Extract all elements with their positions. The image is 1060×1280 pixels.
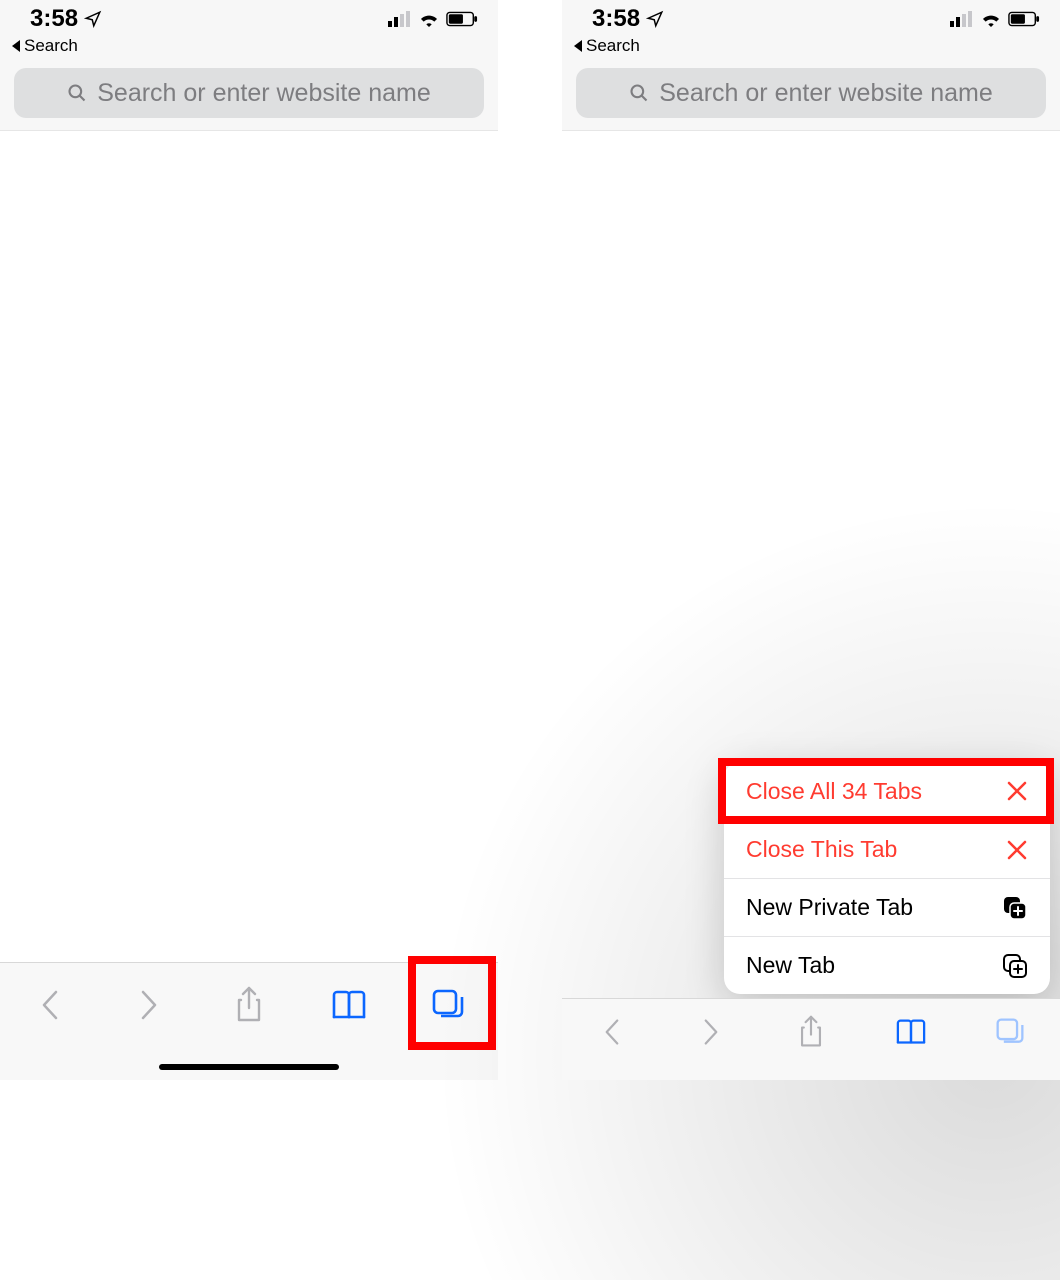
menu-item-label: New Private Tab — [746, 894, 913, 921]
status-icons — [950, 11, 1040, 27]
bookmarks-button[interactable] — [319, 975, 379, 1035]
search-icon — [629, 83, 649, 103]
screenshot-right: 3:58 — [562, 0, 1060, 1080]
address-bar[interactable]: Search or enter website name — [14, 68, 484, 118]
status-icons — [388, 11, 478, 27]
forward-button[interactable] — [681, 1002, 741, 1062]
status-bar: 3:58 — [562, 0, 1060, 36]
top-bar: 3:58 — [0, 0, 498, 131]
address-bar[interactable]: Search or enter website name — [576, 68, 1046, 118]
status-time: 3:58 — [30, 5, 78, 33]
bottom-toolbar — [0, 962, 498, 1080]
menu-item-label: New Tab — [746, 952, 835, 979]
cellular-icon — [388, 11, 412, 27]
cellular-icon — [950, 11, 974, 27]
location-icon — [646, 10, 664, 28]
bookmarks-button[interactable] — [881, 1002, 941, 1062]
bottom-toolbar — [562, 998, 1060, 1080]
battery-icon — [446, 11, 478, 27]
back-to-app-label: Search — [586, 36, 640, 56]
menu-item-label: Close This Tab — [746, 836, 897, 863]
menu-new-private-tab[interactable]: New Private Tab — [724, 878, 1050, 936]
close-icon — [1006, 780, 1028, 802]
status-time: 3:58 — [592, 5, 640, 33]
new-tab-icon — [1002, 953, 1028, 979]
tabs-context-menu: Close All 34 Tabs Close This Tab New Pri… — [724, 762, 1050, 994]
back-to-app[interactable]: Search — [0, 36, 498, 62]
battery-icon — [1008, 11, 1040, 27]
back-to-app[interactable]: Search — [562, 36, 1060, 62]
top-bar: 3:58 — [562, 0, 1060, 131]
menu-new-tab[interactable]: New Tab — [724, 936, 1050, 994]
wifi-icon — [980, 11, 1002, 27]
forward-button[interactable] — [119, 975, 179, 1035]
menu-close-this-tab[interactable]: Close This Tab — [724, 820, 1050, 878]
address-placeholder: Search or enter website name — [659, 79, 993, 108]
menu-close-all-tabs[interactable]: Close All 34 Tabs — [724, 762, 1050, 820]
tabs-button[interactable] — [418, 975, 478, 1035]
menu-item-label: Close All 34 Tabs — [746, 778, 922, 805]
wifi-icon — [418, 11, 440, 27]
private-tab-icon — [1002, 895, 1028, 921]
back-button[interactable] — [582, 1002, 642, 1062]
location-icon — [84, 10, 102, 28]
search-icon — [67, 83, 87, 103]
close-icon — [1006, 839, 1028, 861]
address-placeholder: Search or enter website name — [97, 79, 431, 108]
home-indicator — [159, 1064, 339, 1070]
back-to-app-label: Search — [24, 36, 78, 56]
share-button[interactable] — [219, 975, 279, 1035]
screenshot-left: 3:58 — [0, 0, 498, 1080]
share-button[interactable] — [781, 1002, 841, 1062]
tabs-button[interactable] — [980, 1002, 1040, 1062]
status-bar: 3:58 — [0, 0, 498, 36]
back-button[interactable] — [20, 975, 80, 1035]
